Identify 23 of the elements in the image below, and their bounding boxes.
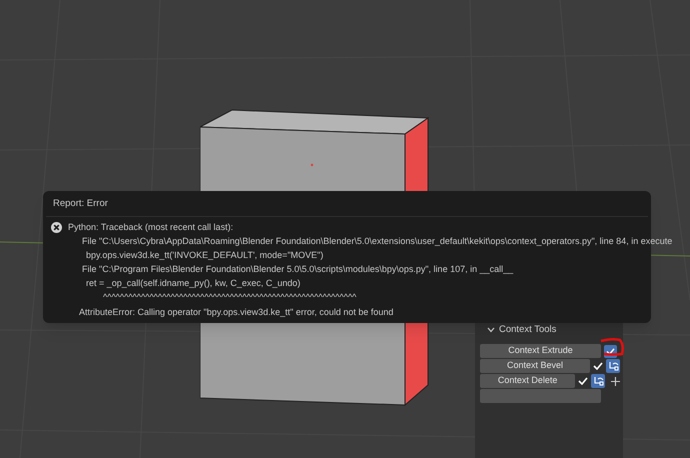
- traceback-line: AttributeError: Calling operator "bpy.ops.view3d.ke_tt" error, could not be found: [79, 306, 394, 320]
- tool-button[interactable]: Context Delete: [480, 374, 576, 388]
- node-icon: [608, 361, 618, 371]
- check-icon[interactable]: [593, 362, 603, 370]
- check-icon: [606, 348, 615, 354]
- tool-option-button[interactable]: [606, 359, 620, 373]
- popup-title: Report: Error: [46, 191, 648, 218]
- panel-header[interactable]: Context Tools: [475, 318, 623, 338]
- node-icon: [592, 376, 604, 386]
- traceback-line: File "C:\Users\Cybra\AppData\Roaming\Blender Foundation\Blender\5.0\extensions\user_default\kekit\ops\context_operators.py", line 84, in execute: [82, 235, 672, 248]
- chevron-icon: [487, 327, 495, 333]
- plus-icon[interactable]: [611, 376, 620, 386]
- traceback-line: ret = _op_call(self.idname_py(), kw, C_exec, C_undo): [86, 277, 300, 290]
- traceback-line: File "C:\Program Files\Blender Foundation\Blender 5.0\5.0\scripts\modules\bpy\ops.py", line 107, in __call__: [82, 263, 514, 276]
- tool-button[interactable]: Context Extrude: [480, 344, 601, 358]
- check-icon[interactable]: [578, 377, 588, 385]
- traceback-line: Python: Traceback (most recent call last):: [68, 221, 234, 234]
- traceback-line: bpy.ops.view3d.ke_tt('INVOKE_DEFAULT', mode="MOVE"): [86, 249, 324, 262]
- tool-option-button[interactable]: [591, 374, 606, 388]
- tool-button[interactable]: Context Bevel: [480, 359, 590, 373]
- error-icon: [51, 222, 62, 233]
- traceback-line: ^^^^^^^^^^^^^^^^^^^^^^^^^^^^^^^^^^^^^^^^^^^^^^^^^^^^^^^^^^^^: [103, 291, 356, 304]
- panel-title: Context Tools: [499, 322, 556, 337]
